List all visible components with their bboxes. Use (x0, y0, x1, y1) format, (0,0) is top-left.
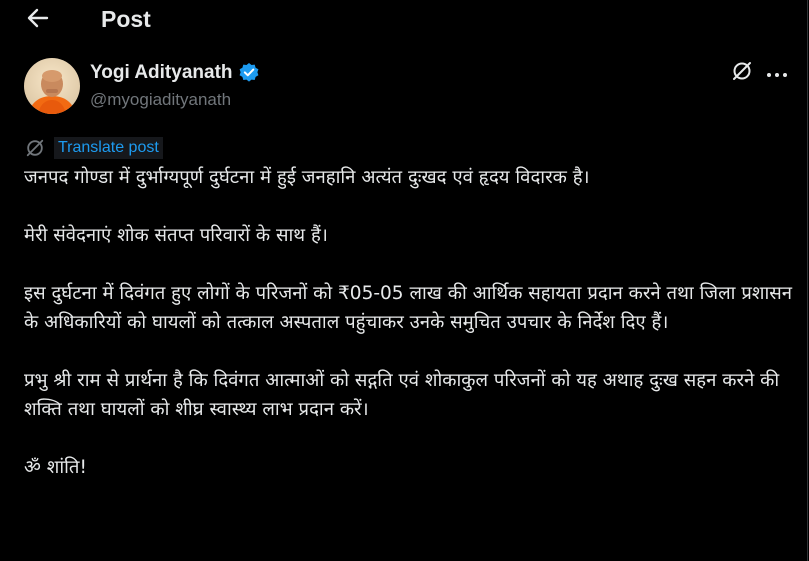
page-title: Post (101, 6, 151, 32)
translate-post-button[interactable]: Translate post (24, 136, 163, 160)
arrow-left-icon (27, 8, 49, 32)
post-paragraph: मेरी संवेदनाएं शोक संतप्त परिवारों के सा… (24, 225, 328, 246)
author-name-text: Yogi Adityanath (90, 62, 233, 83)
translate-post-label[interactable]: Translate post (54, 137, 163, 159)
post-paragraph: जनपद गोण्डा में दुर्भाग्यपूर्ण दुर्घटना … (24, 167, 590, 188)
grok-icon (24, 137, 46, 159)
avatar[interactable] (24, 58, 80, 114)
more-horizontal-icon (766, 64, 788, 83)
back-button[interactable] (22, 5, 54, 35)
more-options-button[interactable] (763, 60, 791, 86)
author-handle[interactable]: @myogiadityanath (90, 88, 231, 112)
post-header: Post (0, 0, 808, 40)
post-paragraph: इस दुर्घटना में दिवंगत हुए लोगों के परिज… (24, 283, 793, 333)
post-paragraph: ॐ शांति! (24, 457, 87, 478)
grok-icon (731, 60, 753, 86)
post-detail-view: Post Yogi Adityanath @myogiadityanath Tr… (0, 0, 808, 561)
grok-button[interactable] (729, 60, 755, 86)
post-paragraph: प्रभु श्री राम से प्रार्थना है कि दिवंगत… (24, 370, 780, 420)
post-text: जनपद गोण्डा में दुर्भाग्यपूर्ण दुर्घटना … (24, 163, 800, 511)
author-name[interactable]: Yogi Adityanath (90, 60, 260, 86)
verified-badge-icon[interactable] (238, 62, 260, 84)
